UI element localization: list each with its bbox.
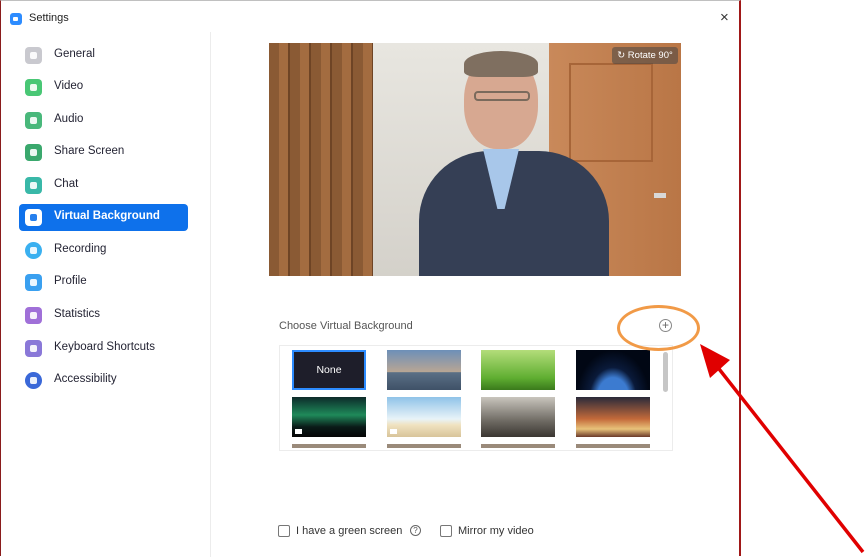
window-title: Settings	[29, 12, 69, 24]
sidebar-item-label: Keyboard Shortcuts	[54, 341, 156, 353]
record-icon	[25, 242, 42, 259]
sidebar-item-label: Statistics	[54, 308, 101, 320]
close-button[interactable]: ×	[720, 10, 729, 25]
share-screen-icon	[25, 144, 42, 161]
video-preview	[269, 43, 681, 276]
video-icon	[25, 79, 42, 96]
sidebar-item-label: General	[54, 48, 95, 60]
mirror-video-option: Mirror my video	[440, 525, 560, 539]
accessibility-icon	[25, 372, 42, 389]
green-screen-label: I have a green screen	[296, 525, 403, 537]
profile-icon	[25, 274, 42, 291]
background-gallery: None	[279, 345, 673, 451]
sidebar-item-label: Virtual Background	[54, 210, 160, 222]
arrow-head	[700, 344, 730, 378]
background-row-partial	[292, 444, 366, 448]
background-building[interactable]	[481, 397, 555, 437]
help-icon[interactable]: ?	[410, 525, 421, 536]
door-handle	[654, 193, 666, 198]
background-aurora[interactable]	[292, 397, 366, 437]
background-row-partial	[387, 444, 461, 448]
sidebar-item-video[interactable]: Video	[19, 74, 188, 101]
sidebar-item-chat[interactable]: Chat	[19, 172, 188, 199]
statistics-icon	[25, 307, 42, 324]
person-glasses	[474, 91, 530, 101]
headphones-icon	[25, 112, 42, 129]
gear-icon	[25, 47, 42, 64]
sidebar-item-label: Video	[54, 80, 84, 92]
sidebar-item-profile[interactable]: Profile	[19, 269, 188, 296]
background-row-partial	[481, 444, 555, 448]
sidebar-item-label: Accessibility	[54, 373, 117, 385]
wooden-door	[269, 43, 373, 276]
annotation-circle	[617, 305, 700, 351]
mirror-video-checkbox[interactable]	[440, 525, 452, 537]
keyboard-icon	[25, 340, 42, 357]
sidebar-item-label: Recording	[54, 243, 107, 255]
sidebar-item-label: Chat	[54, 178, 79, 190]
video-icon	[390, 429, 397, 434]
sidebar-item-label: Audio	[54, 113, 84, 125]
person-background-icon	[25, 209, 42, 226]
background-beach[interactable]	[387, 397, 461, 437]
background-earth-from-space[interactable]	[576, 350, 650, 390]
zoom-app-icon	[10, 13, 22, 25]
sidebar-item-audio[interactable]: Audio	[19, 107, 188, 134]
background-row-partial	[576, 444, 650, 448]
sidebar-item-share-screen[interactable]: Share Screen	[19, 139, 188, 166]
sidebar-item-recording[interactable]: Recording	[19, 237, 188, 264]
background-grass[interactable]	[481, 350, 555, 390]
choose-background-label: Choose Virtual Background	[279, 320, 413, 332]
sidebar-item-keyboard-shortcuts[interactable]: Keyboard Shortcuts	[19, 335, 188, 362]
sidebar-item-accessibility[interactable]: Accessibility	[19, 367, 188, 394]
background-golden-gate-bridge[interactable]	[387, 350, 461, 390]
settings-window: Settings × General Video Audio Share Scr…	[0, 0, 741, 557]
background-none[interactable]: None	[292, 350, 366, 390]
annotation-arrow	[700, 344, 865, 554]
title-bar: Settings ×	[1, 1, 740, 32]
chat-icon	[25, 177, 42, 194]
mirror-video-label: Mirror my video	[458, 525, 534, 537]
arrow-shaft	[710, 358, 865, 554]
background-concert-hall[interactable]	[576, 397, 650, 437]
sidebar-item-label: Share Screen	[54, 145, 125, 157]
sidebar-item-statistics[interactable]: Statistics	[19, 302, 188, 329]
video-icon	[295, 429, 302, 434]
sidebar-item-general[interactable]: General	[19, 42, 188, 69]
sidebar-item-label: Profile	[54, 275, 87, 287]
rotate-button[interactable]: ↻ Rotate 90°	[612, 47, 678, 64]
gallery-scrollbar[interactable]	[663, 352, 668, 392]
sidebar-item-virtual-background[interactable]: Virtual Background	[19, 204, 188, 231]
settings-sidebar: General Video Audio Share Screen Chat Vi…	[1, 32, 211, 557]
green-screen-checkbox[interactable]	[278, 525, 290, 537]
person-hair	[464, 51, 538, 77]
rotate-label: Rotate 90°	[627, 50, 673, 61]
rotate-icon: ↻	[617, 50, 628, 61]
green-screen-option: I have a green screen ?	[278, 525, 438, 539]
